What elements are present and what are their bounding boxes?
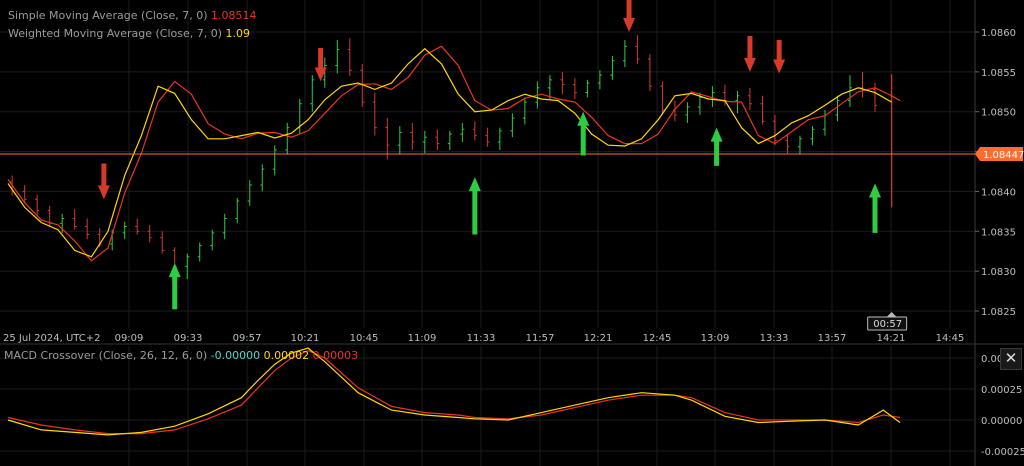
macd-legend-value-3: 0.00003 (312, 349, 359, 362)
arrow-shape (710, 127, 723, 166)
buy-signal-arrow (868, 183, 881, 233)
macd-legend-label: MACD Crossover (Close, 26, 12, 6, 0) (4, 349, 208, 362)
chart-window: { "main_legend": { "sma_label": "Simple … (0, 0, 1024, 466)
time-axis-label: 12:45 (643, 333, 672, 344)
chart-canvas[interactable]: 25 Jul 2024, UTC+2 09:09 09:33 09:57 10:21 10… (0, 0, 1024, 466)
macd-legend-value-2: 0.00002 (263, 349, 310, 362)
arrow-shape (97, 163, 110, 200)
time-axis-label: 09:57 (233, 333, 262, 344)
wma-legend-label: Weighted Moving Average (Close, 7, 0) (8, 27, 223, 40)
arrow-shape (743, 35, 756, 72)
macd-legend: MACD Crossover (Close, 26, 12, 6, 0) -0.… (4, 349, 358, 362)
sma-legend-label: Simple Moving Average (Close, 7, 0) (8, 9, 208, 22)
macd-axis-label: -0.00025 (981, 447, 1024, 458)
time-axis-label: 10:45 (350, 333, 379, 344)
time-axis-label: 13:33 (760, 333, 789, 344)
sma-legend: Simple Moving Average (Close, 7, 0) 1.08… (8, 9, 257, 22)
time-axis-label: 10:21 (291, 333, 320, 344)
close-indicator-button[interactable]: ✕ (1000, 348, 1022, 370)
time-axis-label: 14:45 (936, 333, 965, 344)
buy-signal-arrow (468, 177, 481, 235)
wma-legend-value: 1.09 (225, 27, 251, 40)
price-axis-label: 1.0855 (981, 68, 1016, 79)
buy-signal-arrow (710, 127, 723, 166)
wma-line (7, 47, 892, 258)
time-axis-label: 12:21 (584, 333, 613, 344)
sell-signal-arrow (623, 0, 636, 32)
sma-legend-value: 1.08514 (211, 9, 257, 22)
macd-axis-label: 0.00025 (981, 385, 1022, 396)
macd-legend-value-1: -0.00000 (210, 349, 261, 362)
macd-axis-label: 0.00000 (981, 416, 1022, 427)
price-axis-label: 1.0830 (981, 267, 1016, 278)
price-axis-label: 1.0850 (981, 108, 1016, 119)
wma-legend: Weighted Moving Average (Close, 7, 0) 1.… (8, 27, 250, 40)
time-axis-label: 11:09 (408, 333, 437, 344)
macd-signal-line (7, 349, 901, 435)
price-axis-label: 1.0835 (981, 227, 1016, 238)
arrow-shape (168, 263, 181, 310)
time-axis-label: 09:09 (115, 333, 144, 344)
time-axis-label: 25 Jul 2024, UTC+2 (3, 333, 101, 344)
time-axis-band (0, 328, 1024, 346)
arrow-shape (773, 39, 786, 74)
current-price-label: 1.08447 (983, 150, 1024, 161)
arrow-shape (623, 0, 636, 32)
time-axis-label: 14:21 (877, 333, 906, 344)
countdown-pointer (886, 312, 897, 317)
price-axis-label: 1.0825 (981, 307, 1016, 318)
sell-signal-arrow (773, 39, 786, 74)
time-axis-label: 11:33 (467, 333, 496, 344)
time-axis-label: 11:57 (526, 333, 555, 344)
sell-signal-arrow (743, 35, 756, 72)
price-axis-label: 1.0860 (981, 28, 1016, 39)
buy-signal-arrow (168, 263, 181, 310)
arrow-shape (868, 183, 881, 233)
countdown-label: 00:57 (873, 319, 902, 330)
price-axis-label: 1.0840 (981, 187, 1016, 198)
arrow-shape (468, 177, 481, 235)
time-axis-label: 13:09 (701, 333, 730, 344)
time-axis-label: 09:33 (174, 333, 203, 344)
sell-signal-arrow (97, 163, 110, 200)
time-axis-label: 13:57 (818, 333, 847, 344)
